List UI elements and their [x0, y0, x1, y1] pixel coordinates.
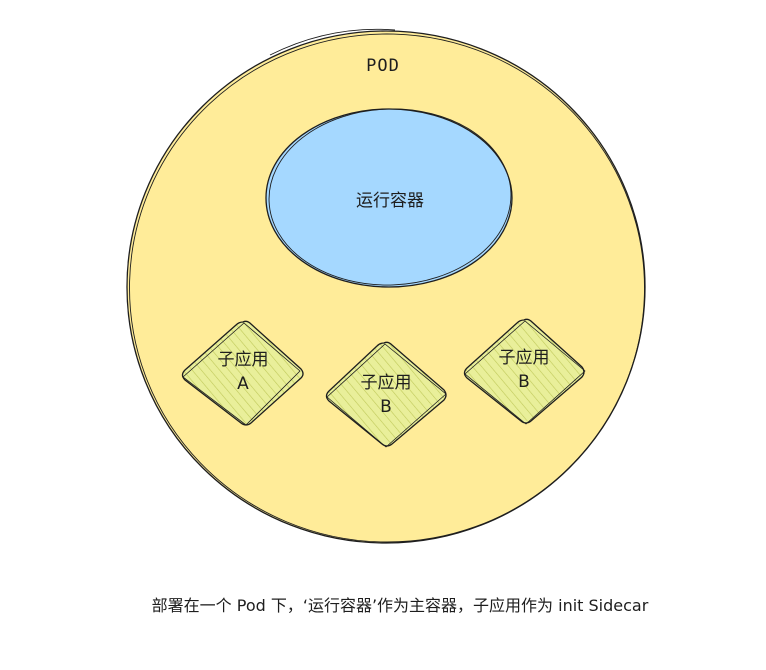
- sub-app-a-label: 子应用 A: [193, 348, 293, 396]
- sub-app-a-name: 子应用: [217, 350, 269, 370]
- sub-app-b-right-label: 子应用 B: [474, 346, 574, 394]
- pod-title: POD: [366, 56, 400, 76]
- sub-app-a-variant: A: [237, 374, 249, 394]
- pod-circle: [126, 28, 646, 544]
- sub-app-b-middle-name: 子应用: [360, 373, 412, 393]
- sub-app-b-middle-label: 子应用 B: [336, 371, 436, 419]
- sub-app-b-right-variant: B: [518, 372, 530, 392]
- pod-diagram: [126, 28, 646, 544]
- sub-app-b-right-name: 子应用: [498, 348, 550, 368]
- runtime-container-label: 运行容器: [356, 191, 424, 211]
- diagram-caption: 部署在一个 Pod 下，‘运行容器’作为主容器，子应用作为 init Sidec…: [151, 596, 649, 615]
- sub-app-b-middle-variant: B: [380, 397, 392, 417]
